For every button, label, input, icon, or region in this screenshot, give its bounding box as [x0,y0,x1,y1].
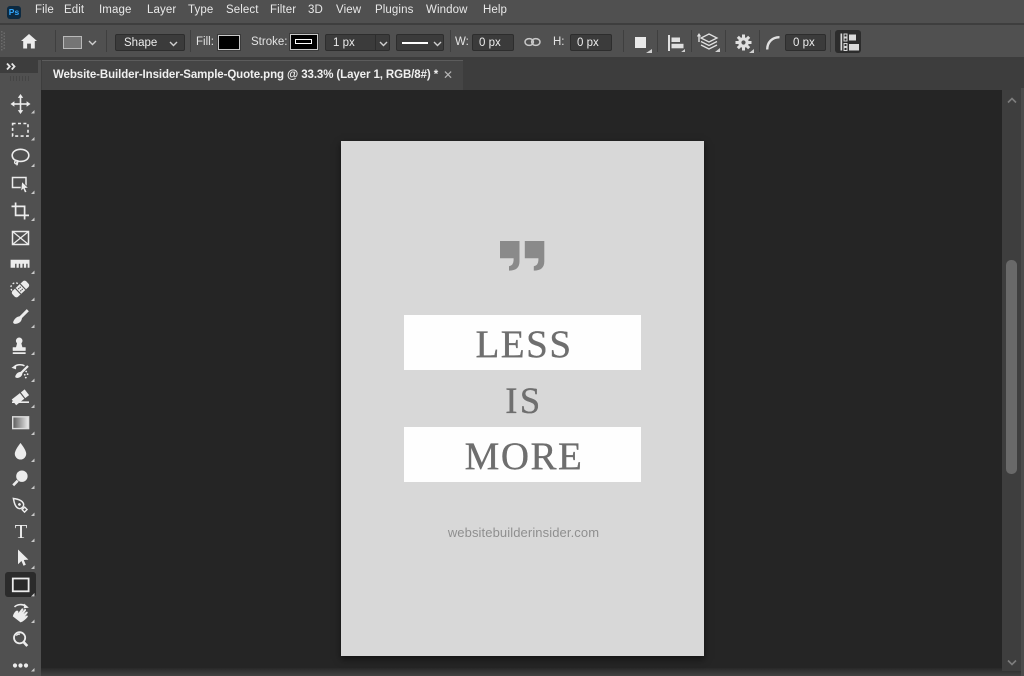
svg-text:T: T [15,521,28,543]
